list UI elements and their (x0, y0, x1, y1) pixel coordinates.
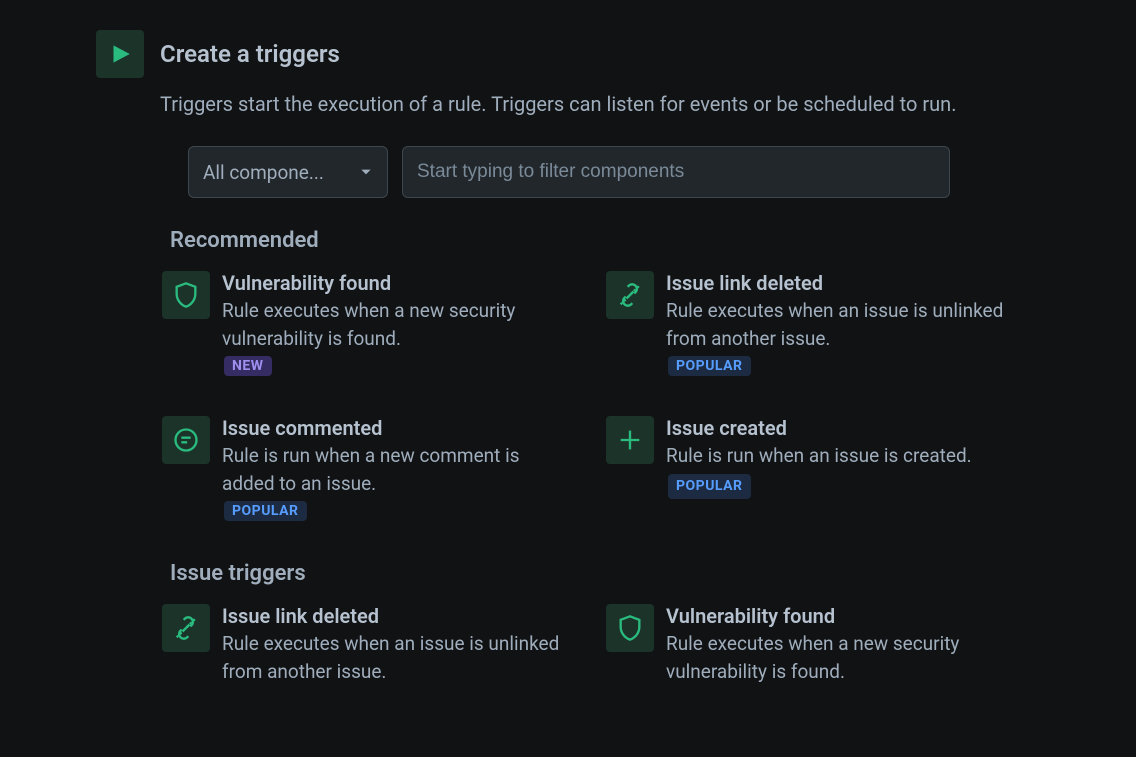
card-title: Issue link deleted (222, 604, 566, 628)
trigger-card-vulnerability-found[interactable]: Vulnerability found Rule executes when a… (606, 604, 1010, 685)
plus-icon (606, 416, 654, 464)
trigger-card-issue-link-deleted[interactable]: Issue link deleted Rule executes when an… (606, 271, 1010, 376)
chevron-down-icon (359, 165, 373, 179)
popular-badge: POPULAR (668, 474, 751, 498)
card-description: Rule executes when a new security vulner… (666, 630, 1010, 685)
trigger-card-vulnerability-found[interactable]: Vulnerability found Rule executes when a… (162, 271, 566, 376)
unlink-icon (606, 271, 654, 319)
card-title: Vulnerability found (222, 271, 566, 295)
play-icon (96, 30, 144, 78)
recommended-grid: Vulnerability found Rule executes when a… (162, 271, 1010, 521)
card-description: Rule is run when a new comment is added … (222, 442, 566, 497)
trigger-card-issue-commented[interactable]: Issue commented Rule is run when a new c… (162, 416, 566, 521)
trigger-card-issue-created[interactable]: Issue created Rule is run when an issue … (606, 416, 1010, 521)
page-header: Create a triggers (96, 30, 1040, 78)
card-description: Rule executes when a new security vulner… (222, 297, 566, 352)
shield-icon (162, 271, 210, 319)
card-title: Vulnerability found (666, 604, 1010, 628)
page-subtitle: Triggers start the execution of a rule. … (160, 90, 1040, 118)
card-title: Issue created (666, 416, 1010, 440)
card-description: Rule executes when an issue is unlinked … (666, 297, 1010, 352)
shield-icon (606, 604, 654, 652)
section-title-recommended: Recommended (170, 228, 1040, 253)
card-title: Issue commented (222, 416, 566, 440)
page-title: Create a triggers (160, 40, 340, 68)
section-title-issue-triggers: Issue triggers (170, 561, 1040, 586)
popular-badge: POPULAR (668, 356, 751, 376)
unlink-icon (162, 604, 210, 652)
card-title: Issue link deleted (666, 271, 1010, 295)
component-dropdown[interactable]: All compone... (188, 146, 388, 198)
popular-badge: POPULAR (224, 501, 307, 521)
comment-icon (162, 416, 210, 464)
trigger-card-issue-link-deleted[interactable]: Issue link deleted Rule executes when an… (162, 604, 566, 685)
search-input[interactable] (402, 146, 950, 198)
card-description: Rule is run when an issue is created. PO… (666, 442, 1010, 499)
dropdown-label: All compone... (203, 161, 324, 184)
issue-triggers-grid: Issue link deleted Rule executes when an… (162, 604, 1010, 685)
card-description: Rule executes when an issue is unlinked … (222, 630, 566, 685)
new-badge: NEW (224, 356, 272, 376)
filter-row: All compone... (188, 146, 950, 198)
